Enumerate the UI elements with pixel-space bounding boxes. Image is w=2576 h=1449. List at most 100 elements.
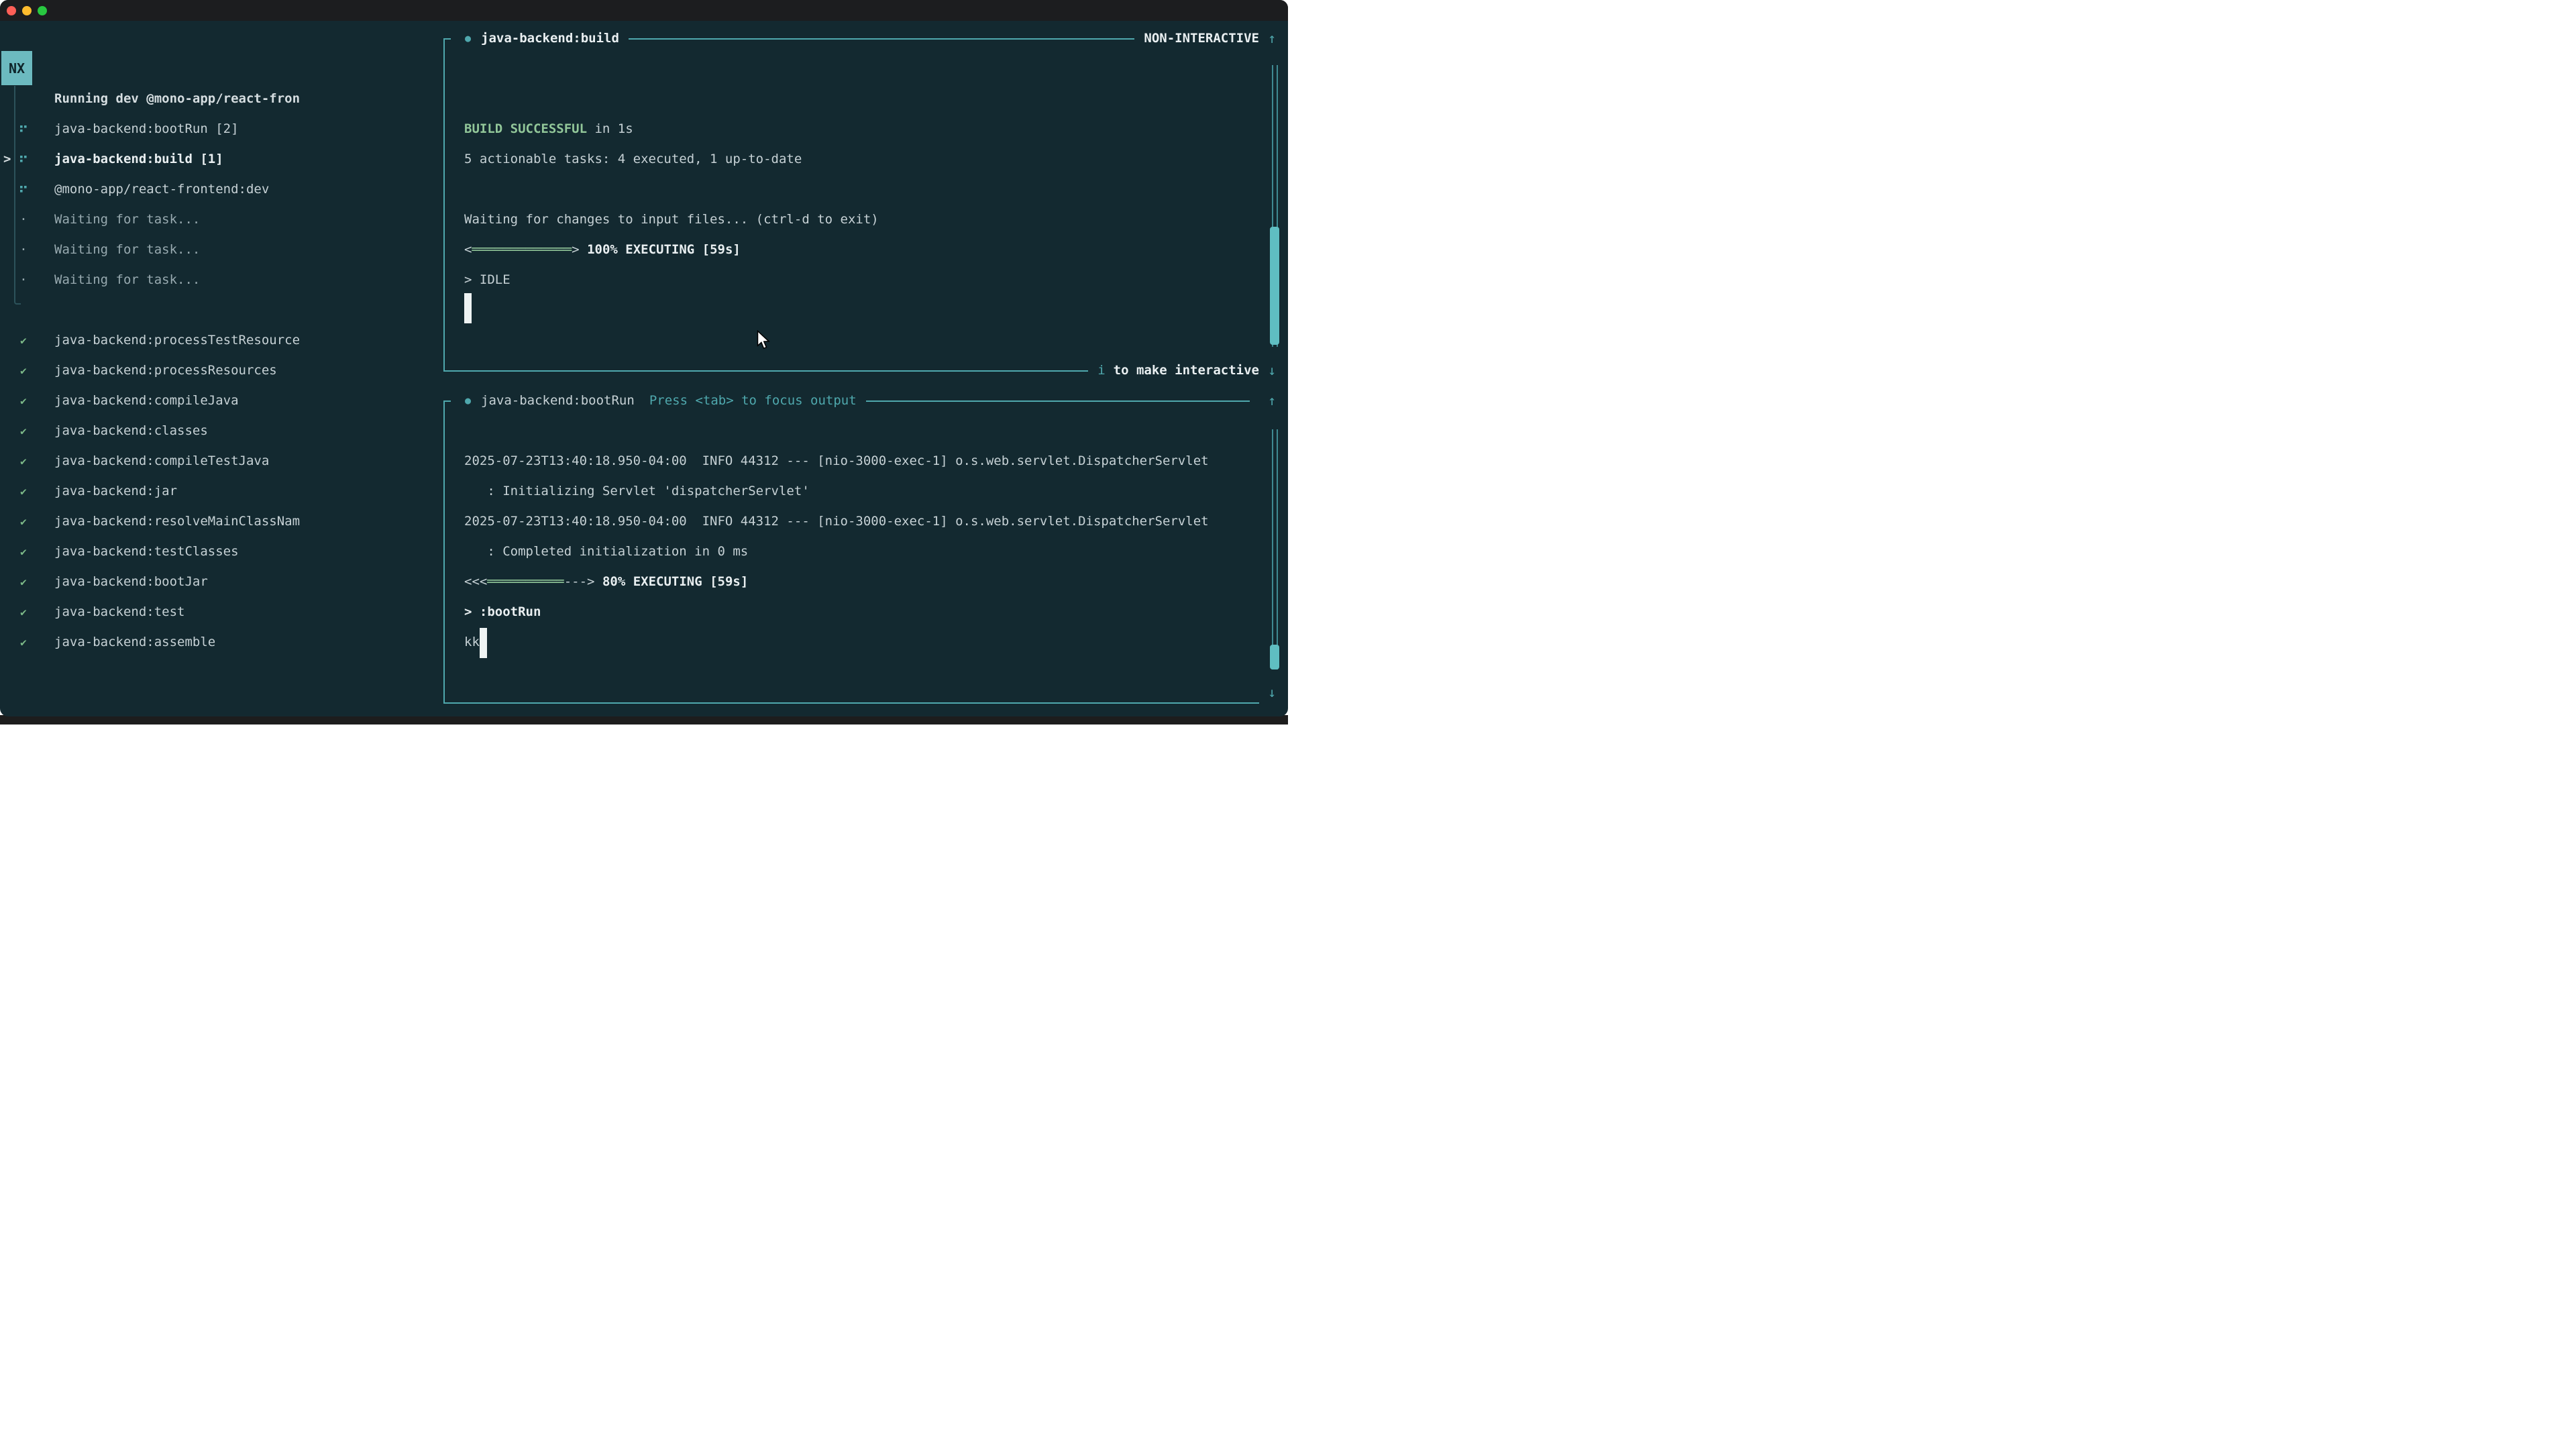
spinner-icon <box>20 155 27 164</box>
check-icon: ✔ <box>20 567 27 597</box>
terminal-window: NX Running dev @mono-app/react-fron Dura… <box>0 0 1288 716</box>
terminal-line: 2025-07-23T13:40:18.950-04:00 INFO 44312… <box>464 506 1209 537</box>
spinner-icon <box>20 185 27 195</box>
task-status-icon: ✔ <box>16 356 31 386</box>
task-status-icon: · <box>16 235 31 265</box>
task-name: Waiting for task... <box>54 235 200 265</box>
pending-dot-icon: · <box>19 235 27 265</box>
task-bullet-icon: ● <box>465 23 471 54</box>
task-name: java-backend:jar <box>54 476 177 506</box>
text-segment: 2025-07-23T13:40:18.950-04:00 INFO 44312… <box>464 453 1209 468</box>
titlebar[interactable] <box>0 0 1288 21</box>
task-row[interactable]: ✔java-backend:testClasses1.3s <box>0 537 439 567</box>
panel-border-line <box>629 38 1134 40</box>
task-name: Waiting for task... <box>54 205 200 235</box>
task-status-icon <box>16 174 31 205</box>
sidebar-title: Running dev @mono-app/react-fron <box>54 84 300 114</box>
task-row[interactable]: ✔java-backend:test734ms <box>0 597 439 627</box>
task-row[interactable]: ✔java-backend:classes1.1s <box>0 416 439 446</box>
text-segment: <<< <box>464 574 487 589</box>
sidebar-header-row: Running dev @mono-app/react-fron Duratio… <box>0 54 439 84</box>
check-icon: ✔ <box>20 386 27 416</box>
scrollbar-track[interactable] <box>1272 429 1278 669</box>
task-row[interactable]: ✔java-backend:bootJar1.1s <box>0 567 439 597</box>
task-status-icon <box>16 114 31 144</box>
task-row[interactable]: ✔java-backend:resolveMainClassNam1.5s <box>0 506 439 537</box>
task-bullet-icon: ● <box>465 386 471 416</box>
task-name: java-backend:build [1] <box>54 144 223 174</box>
pending-dot-icon: · <box>19 265 27 295</box>
task-name: @mono-app/react-frontend:dev <box>54 174 269 205</box>
task-name: java-backend:compileTestJava <box>54 446 269 476</box>
text-segment: > <box>572 242 579 257</box>
task-row[interactable]: ·Waiting for task... <box>0 205 439 235</box>
status-bar: ← 1/2 → quit: q help: ? <box>0 688 1288 716</box>
scroll-up-icon[interactable]: ↑ <box>1261 23 1283 54</box>
terminal-line: : Initializing Servlet 'dispatcherServle… <box>464 476 810 506</box>
panel-build-title: java-backend:build <box>481 23 619 54</box>
screen: NX Running dev @mono-app/react-fron Dura… <box>0 0 1288 724</box>
task-name: java-backend:bootRun [2] <box>54 114 239 144</box>
text-segment: in 1s <box>587 121 633 136</box>
task-name: java-backend:resolveMainClassNam <box>54 506 300 537</box>
text-segment: : Completed initialization in 0 ms <box>464 544 748 559</box>
check-icon: ✔ <box>20 537 27 567</box>
spinner-icon <box>20 125 27 134</box>
minimize-button[interactable] <box>22 6 32 15</box>
focus-output-hint: Press <tab> to focus output <box>649 386 857 416</box>
check-icon: ✔ <box>20 325 27 356</box>
task-status-icon <box>16 144 31 174</box>
text-segment: ---> <box>564 574 595 589</box>
task-row[interactable]: ✔java-backend:processTestResource889ms <box>0 325 439 356</box>
scroll-up-icon[interactable]: ↑ <box>1261 386 1283 416</box>
panel-bootrun-header[interactable]: ● java-backend:bootRun Press <tab> to fo… <box>443 386 1259 416</box>
task-name: java-backend:processTestResource <box>54 325 300 356</box>
task-name: java-backend:testClasses <box>54 537 239 567</box>
task-row[interactable]: · Waiting for task... <box>0 235 439 265</box>
terminal-line: : Completed initialization in 0 ms <box>464 537 748 567</box>
task-name: java-backend:test <box>54 597 184 627</box>
panel-border-line <box>443 370 1088 372</box>
close-button[interactable] <box>7 6 16 15</box>
task-name: java-backend:assemble <box>54 627 215 657</box>
task-status-icon: ✔ <box>16 325 31 356</box>
task-row[interactable]: java-backend:build [1]Continuous <box>0 144 439 174</box>
scrollbar-thumb[interactable] <box>1270 645 1279 669</box>
panel-border-line <box>866 400 1250 402</box>
check-icon: ✔ <box>20 356 27 386</box>
task-row[interactable]: ✔java-backend:assemble774ms <box>0 627 439 657</box>
scrollbar-thumb[interactable] <box>1270 227 1279 345</box>
text-segment <box>594 574 602 589</box>
maximize-button[interactable] <box>38 6 47 15</box>
task-status-icon: ✔ <box>16 567 31 597</box>
task-row[interactable]: · Waiting for task... <box>0 265 439 295</box>
task-row[interactable]: ✔java-backend:compileTestJava808ms <box>0 446 439 476</box>
task-row[interactable]: java-backend:bootRun [2]Continuous <box>0 114 439 144</box>
check-icon: ✔ <box>20 476 27 506</box>
text-segment <box>580 242 587 257</box>
mouse-cursor-icon <box>757 330 773 350</box>
desktop-strip <box>0 715 1288 724</box>
terminal-line: <<<══════════---> 80% EXECUTING [59s] <box>464 567 748 597</box>
scroll-down-icon[interactable]: ↓ <box>1261 356 1283 386</box>
text-segment: 2025-07-23T13:40:18.950-04:00 INFO 44312… <box>464 514 1209 529</box>
check-icon: ✔ <box>20 597 27 627</box>
task-row[interactable]: @mono-app/react-frontend:devContinuous <box>0 174 439 205</box>
terminal-line: > IDLE <box>464 265 511 295</box>
terminal-line: Waiting for changes to input files... (c… <box>464 205 879 235</box>
task-status-icon: ✔ <box>16 506 31 537</box>
task-row[interactable]: ✔java-backend:compileJava4.3s <box>0 386 439 416</box>
noninteractive-badge: NON-INTERACTIVE <box>1144 23 1259 54</box>
task-name: Waiting for task... <box>54 265 200 295</box>
task-name: java-backend:classes <box>54 416 208 446</box>
task-row[interactable]: ✔java-backend:processResources1.0s <box>0 356 439 386</box>
task-name: java-backend:processResources <box>54 356 277 386</box>
task-status-icon: ✔ <box>16 386 31 416</box>
task-row[interactable]: ✔java-backend:jar1.4s <box>0 476 439 506</box>
text-segment: Waiting for changes to input files... (c… <box>464 212 879 227</box>
text-segment: 5 actionable tasks: 4 executed, 1 up-to-… <box>464 152 802 166</box>
panel-build-header[interactable]: ● java-backend:build NON-INTERACTIVE <box>443 23 1259 54</box>
task-status-icon: ✔ <box>16 446 31 476</box>
text-segment: BUILD SUCCESSFUL <box>464 121 587 136</box>
task-name: java-backend:bootJar <box>54 567 208 597</box>
